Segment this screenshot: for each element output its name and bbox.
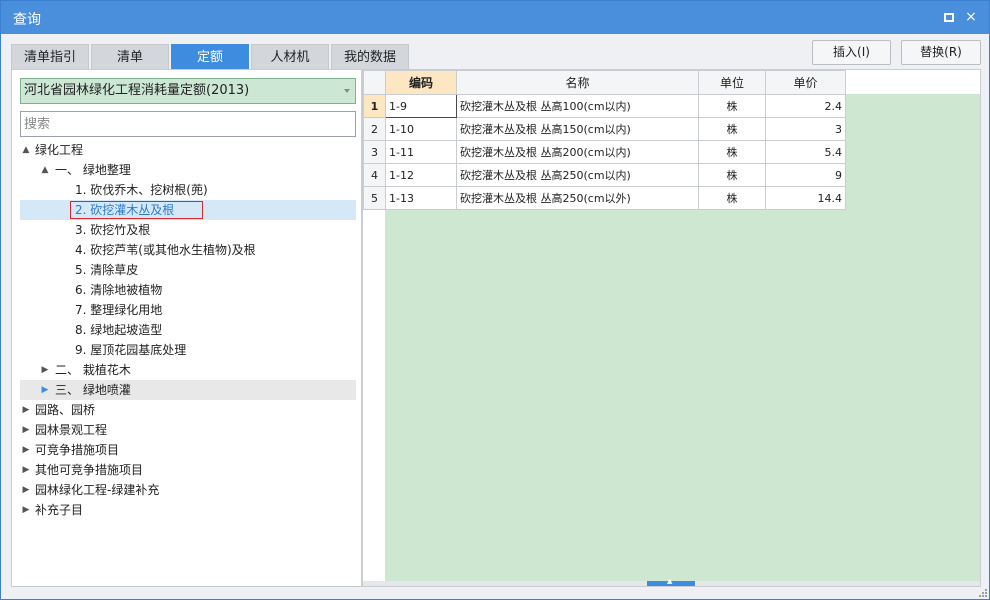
tree-node-item-selected[interactable]: 2. 砍挖灌木丛及根 <box>20 200 356 220</box>
library-select[interactable]: 河北省园林绿化工程消耗量定额(2013) <box>20 78 356 104</box>
cell-code[interactable]: 1-9 <box>385 94 457 118</box>
cell-name[interactable]: 砍挖灌木丛及根 丛高250(cm以外) <box>456 186 699 210</box>
tree-node-competitive-measures[interactable]: ▶ 可竞争措施项目 <box>20 440 356 460</box>
tree-node-item[interactable]: 3. 砍挖竹及根 <box>20 220 356 240</box>
column-header-code[interactable]: 编码 <box>385 70 457 95</box>
tree-node-item[interactable]: 6. 清除地被植物 <box>20 280 356 300</box>
collapse-icon[interactable]: ▲ <box>21 140 31 160</box>
column-header-name[interactable]: 名称 <box>456 70 699 95</box>
table-row[interactable]: 1 1-9 砍挖灌木丛及根 丛高100(cm以内) 株 2.4 <box>363 94 846 118</box>
expand-icon[interactable]: ▶ <box>40 380 50 400</box>
replace-button[interactable]: 替换(R) <box>901 40 981 65</box>
cell-name[interactable]: 砍挖灌木丛及根 丛高200(cm以内) <box>456 140 699 164</box>
library-select-value: 河北省园林绿化工程消耗量定额(2013) <box>24 83 250 98</box>
expand-icon[interactable]: ▶ <box>21 500 31 520</box>
tab-my-data[interactable]: 我的数据 <box>331 44 409 69</box>
tab-quota[interactable]: 定额 <box>171 44 249 69</box>
expand-icon[interactable]: ▶ <box>40 360 50 380</box>
tab-labor-material-machine[interactable]: 人材机 <box>251 44 329 69</box>
corner-cell[interactable] <box>363 70 386 95</box>
cell-price[interactable]: 14.4 <box>765 186 846 210</box>
row-number[interactable]: 5 <box>363 186 386 210</box>
tree-node-item[interactable]: 5. 清除草皮 <box>20 260 356 280</box>
tab-list[interactable]: 清单 <box>91 44 169 69</box>
cell-name[interactable]: 砍挖灌木丛及根 丛高250(cm以内) <box>456 163 699 187</box>
query-dialog: 查询 × 清单指引 清单 定额 人材机 我的数据 插入(I) 替换(R) 河北省… <box>0 0 990 600</box>
chevron-up-icon: ▲ <box>667 577 673 585</box>
splitter-grip[interactable]: ▲ <box>647 577 695 586</box>
left-pane: 河北省园林绿化工程消耗量定额(2013) ▲ 绿化工程 ▲ 一、 绿地整理 1.… <box>11 69 362 587</box>
collapse-icon[interactable]: ▲ <box>40 160 50 180</box>
cell-name[interactable]: 砍挖灌木丛及根 丛高100(cm以内) <box>456 94 699 118</box>
tree-node-supplementary-items[interactable]: ▶ 补充子目 <box>20 500 356 520</box>
row-number[interactable]: 1 <box>363 94 386 118</box>
quota-table: 编码 名称 单位 单价 1 1-9 砍挖灌木丛及根 丛高100(cm以内) 株 … <box>363 70 846 210</box>
search-input[interactable] <box>20 111 356 137</box>
tree-node-other-competitive-measures[interactable]: ▶ 其他可竞争措施项目 <box>20 460 356 480</box>
window-title: 查询 <box>13 12 41 28</box>
expand-icon[interactable]: ▶ <box>21 440 31 460</box>
row-number[interactable]: 4 <box>363 163 386 187</box>
resize-grip-icon[interactable] <box>979 589 987 597</box>
tree-node-item[interactable]: 8. 绿地起坡造型 <box>20 320 356 340</box>
table-row[interactable]: 3 1-11 砍挖灌木丛及根 丛高200(cm以内) 株 5.4 <box>363 140 846 164</box>
cell-code[interactable]: 1-11 <box>385 140 457 164</box>
tree-node-irrigation[interactable]: ▶ 三、 绿地喷灌 <box>20 380 356 400</box>
column-header-unit[interactable]: 单位 <box>698 70 766 95</box>
tree-node-item[interactable]: 7. 整理绿化用地 <box>20 300 356 320</box>
cell-price[interactable]: 9 <box>765 163 846 187</box>
insert-button[interactable]: 插入(I) <box>812 40 891 65</box>
tree-node-landscape-works[interactable]: ▶ 园林景观工程 <box>20 420 356 440</box>
close-icon[interactable]: × <box>963 9 979 25</box>
expand-icon[interactable]: ▶ <box>21 400 31 420</box>
table-row[interactable]: 5 1-13 砍挖灌木丛及根 丛高250(cm以外) 株 14.4 <box>363 186 846 210</box>
table-row[interactable]: 2 1-10 砍挖灌木丛及根 丛高150(cm以内) 株 3 <box>363 117 846 141</box>
expand-icon[interactable]: ▶ <box>21 460 31 480</box>
cell-unit[interactable]: 株 <box>698 163 766 187</box>
row-number[interactable]: 2 <box>363 117 386 141</box>
cell-unit[interactable]: 株 <box>698 117 766 141</box>
table-header-row: 编码 名称 单位 单价 <box>363 70 846 95</box>
cell-price[interactable]: 2.4 <box>765 94 846 118</box>
cell-code[interactable]: 1-12 <box>385 163 457 187</box>
cell-unit[interactable]: 株 <box>698 94 766 118</box>
result-pane: 编码 名称 单位 单价 1 1-9 砍挖灌木丛及根 丛高100(cm以内) 株 … <box>362 69 981 587</box>
tree-node-item[interactable]: 9. 屋顶花园基底处理 <box>20 340 356 360</box>
cell-price[interactable]: 3 <box>765 117 846 141</box>
tree-node-planting[interactable]: ▶ 二、 栽植花木 <box>20 360 356 380</box>
tab-list-guide[interactable]: 清单指引 <box>11 44 89 69</box>
maximize-icon[interactable] <box>941 9 957 25</box>
cell-unit[interactable]: 株 <box>698 140 766 164</box>
chevron-down-icon <box>344 89 350 93</box>
tree-node-item[interactable]: 4. 砍挖芦苇(或其他水生植物)及根 <box>20 240 356 260</box>
cell-unit[interactable]: 株 <box>698 186 766 210</box>
title-bar[interactable]: 查询 × <box>1 1 989 34</box>
cell-code[interactable]: 1-10 <box>385 117 457 141</box>
tree-node-paths-bridges[interactable]: ▶ 园路、园桥 <box>20 400 356 420</box>
tree-node-item[interactable]: 1. 砍伐乔木、挖树根(蔸) <box>20 180 356 200</box>
tree-node-green-building-supplement[interactable]: ▶ 园林绿化工程-绿建补充 <box>20 480 356 500</box>
splitter-bar[interactable]: ▲ <box>363 577 980 586</box>
tree-node-greening-works[interactable]: ▲ 绿化工程 <box>20 140 356 160</box>
table-row[interactable]: 4 1-12 砍挖灌木丛及根 丛高250(cm以内) 株 9 <box>363 163 846 187</box>
column-header-price[interactable]: 单价 <box>765 70 846 95</box>
cell-code[interactable]: 1-13 <box>385 186 457 210</box>
expand-icon[interactable]: ▶ <box>21 480 31 500</box>
expand-icon[interactable]: ▶ <box>21 420 31 440</box>
cell-price[interactable]: 5.4 <box>765 140 846 164</box>
cell-name[interactable]: 砍挖灌木丛及根 丛高150(cm以内) <box>456 117 699 141</box>
tree-node-land-preparation[interactable]: ▲ 一、 绿地整理 <box>20 160 356 180</box>
row-number[interactable]: 3 <box>363 140 386 164</box>
